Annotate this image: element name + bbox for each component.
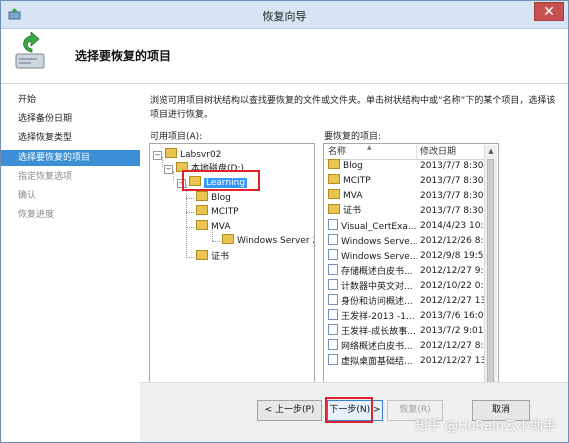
- document-icon: [328, 354, 338, 365]
- document-icon: [328, 219, 338, 230]
- list-item-name: Windows Serve...: [325, 234, 417, 249]
- tree-node-mva[interactable]: MVA: [196, 220, 231, 234]
- list-item[interactable]: MCITP 2013/7/7 8:30: [325, 174, 486, 189]
- instruction-text: 浏览可用项目树状结构以查找要恢复的文件或文件夹。单击树状结构中或“名称”下的某个…: [150, 96, 556, 120]
- folder-icon: [328, 159, 340, 169]
- list-header: 名称 ▲ 修改日期: [325, 145, 486, 160]
- folder-icon: [196, 250, 208, 260]
- list-item[interactable]: Windows Serve...2012/12/26 8:15: [325, 234, 486, 249]
- folder-icon: [196, 205, 208, 215]
- list-item-date: 2012/12/26 8:15: [420, 236, 486, 246]
- list-item[interactable]: 身份和访问概述...2012/12/27 13:08: [325, 294, 486, 309]
- column-header-date[interactable]: 修改日期: [417, 145, 486, 159]
- list-item-date: 2012/12/27 9:01: [420, 266, 486, 276]
- items-to-restore-label: 要恢复的项目:: [324, 132, 382, 142]
- list-item[interactable]: 计数器中英文对...2012/10/22 0:01: [325, 279, 486, 294]
- nav-step-backup-date[interactable]: 选择备份日期: [1, 111, 140, 127]
- list-item-date: 2012/10/22 0:01: [420, 281, 486, 291]
- list-item-date: 2013/7/2 9:01: [420, 326, 484, 336]
- document-icon: [328, 339, 338, 350]
- list-item-date: 2013/7/7 8:30: [420, 206, 484, 216]
- nav-step-restore-options: 指定恢复选项: [18, 172, 73, 182]
- list-item[interactable]: Windows Serve... 2012/9/8 19:59: [325, 249, 486, 264]
- scroll-thumb[interactable]: [487, 159, 494, 404]
- nav-step-select-items[interactable]: 选择要恢复的项目: [1, 150, 140, 166]
- list-item-date: 2013/7/7 8:30: [420, 176, 484, 186]
- list-item-name: Windows Serve...: [325, 249, 417, 264]
- nav-step-start[interactable]: 开始: [1, 92, 140, 108]
- scroll-up-icon[interactable]: ▲: [485, 145, 497, 157]
- list-item[interactable]: 王发祥-成长故事... 2013/7/2 9:01: [325, 324, 486, 339]
- list-item-date: 2014/4/23 10:48: [420, 221, 486, 231]
- list-item-date: 2013/7/7 8:30: [420, 191, 484, 201]
- folder-icon: [328, 189, 340, 199]
- restore-wizard-window: 恢复向导 ✕ 选择要恢复的项目 开始 选择备份日期 选择恢复类型 选择要恢复的项…: [0, 0, 569, 443]
- wizard-header: 选择要恢复的项目: [1, 29, 568, 84]
- document-icon: [328, 249, 338, 260]
- list-item[interactable]: 网络概述白皮书...2012/12/27 8:26: [325, 339, 486, 354]
- list-item-name: 虚拟桌面基础结...: [325, 354, 417, 369]
- document-icon: [328, 294, 338, 305]
- list-item-name: Visual_CertExa...: [325, 219, 417, 234]
- list-item-name: 网络概述白皮书...: [325, 339, 417, 354]
- tree-node-cert[interactable]: 证书: [196, 250, 229, 264]
- highlight-box-learning: [182, 170, 260, 191]
- list-item-name: 证书: [325, 204, 417, 219]
- list-item-name: Blog: [325, 159, 417, 174]
- list-item-name: 身份和访问概述...: [325, 294, 417, 309]
- list-item-name: 王发祥-成长故事...: [325, 324, 417, 339]
- close-button[interactable]: ✕: [534, 2, 564, 21]
- list-item[interactable]: 存储概述白皮书...2012/12/27 9:01: [325, 264, 486, 279]
- list-item-name: 王发祥-2013 -1...: [325, 309, 417, 324]
- highlight-box-next: [325, 397, 373, 423]
- list-item-date: 2012/12/27 13:08: [420, 296, 486, 306]
- previous-button[interactable]: < 上一步(P): [257, 400, 322, 421]
- collapse-icon[interactable]: −: [164, 165, 173, 174]
- list-item[interactable]: 证书 2013/7/7 8:30: [325, 204, 486, 219]
- document-icon: [328, 279, 338, 290]
- collapse-icon[interactable]: −: [153, 151, 162, 160]
- nav-step-progress: 恢复进度: [18, 210, 55, 220]
- list-item[interactable]: Visual_CertExa...2014/4/23 10:48: [325, 219, 486, 234]
- restore-wizard-icon: [15, 32, 45, 69]
- document-icon: [328, 324, 338, 335]
- list-item-name: 计数器中英文对...: [325, 279, 417, 294]
- list-item-name: MVA: [325, 189, 417, 204]
- folder-icon: [328, 174, 340, 184]
- list-item-date: 2013/7/6 16:00: [420, 311, 486, 321]
- list-item-date: 2012/9/8 19:59: [420, 251, 486, 261]
- tree-node-server[interactable]: − Labsvr02: [153, 148, 221, 162]
- folder-icon: [328, 204, 340, 214]
- folder-icon: [222, 234, 234, 244]
- folder-icon: [196, 220, 208, 230]
- list-item[interactable]: 虚拟桌面基础结...2012/12/27 13:...: [325, 354, 486, 369]
- list-item-name: MCITP: [325, 174, 417, 189]
- title-bar: 恢复向导 ✕: [1, 1, 568, 29]
- available-items-label: 可用项目(A):: [150, 132, 203, 142]
- list-item-name: 存储概述白皮书...: [325, 264, 417, 279]
- nav-step-confirm: 确认: [18, 191, 37, 201]
- tree-node-blog[interactable]: Blog: [196, 191, 231, 205]
- list-item-date: 2012/12/27 13:...: [420, 356, 486, 366]
- tree-node-windows-server[interactable]: Windows Server 2: [222, 234, 314, 248]
- document-icon: [328, 234, 338, 245]
- document-icon: [328, 309, 338, 320]
- wizard-steps-nav: 开始 选择备份日期 选择恢复类型 选择要恢复的项目 指定恢复选项 确认 恢复进度: [1, 84, 140, 442]
- list-item-date: 2013/7/7 8:30: [420, 161, 484, 171]
- folder-icon: [165, 148, 177, 158]
- page-title: 选择要恢复的项目: [75, 49, 172, 63]
- list-item[interactable]: Blog 2013/7/7 8:30: [325, 159, 486, 174]
- list-item-date: 2012/12/27 8:26: [420, 341, 486, 351]
- document-icon: [328, 264, 338, 275]
- window-title: 恢复向导: [262, 10, 307, 23]
- list-item[interactable]: 王发祥-2013 -1... 2013/7/6 16:00: [325, 309, 486, 324]
- sort-ascending-icon: ▲: [367, 145, 372, 151]
- folder-icon: [196, 191, 208, 201]
- list-item[interactable]: MVA 2013/7/7 8:30: [325, 189, 486, 204]
- nav-step-restore-type[interactable]: 选择恢复类型: [1, 130, 140, 146]
- tree-node-mcitp[interactable]: MCITP: [196, 205, 239, 219]
- watermark-text: 知乎 @HoRain云小助手: [414, 419, 556, 434]
- column-header-name[interactable]: 名称 ▲: [325, 145, 417, 159]
